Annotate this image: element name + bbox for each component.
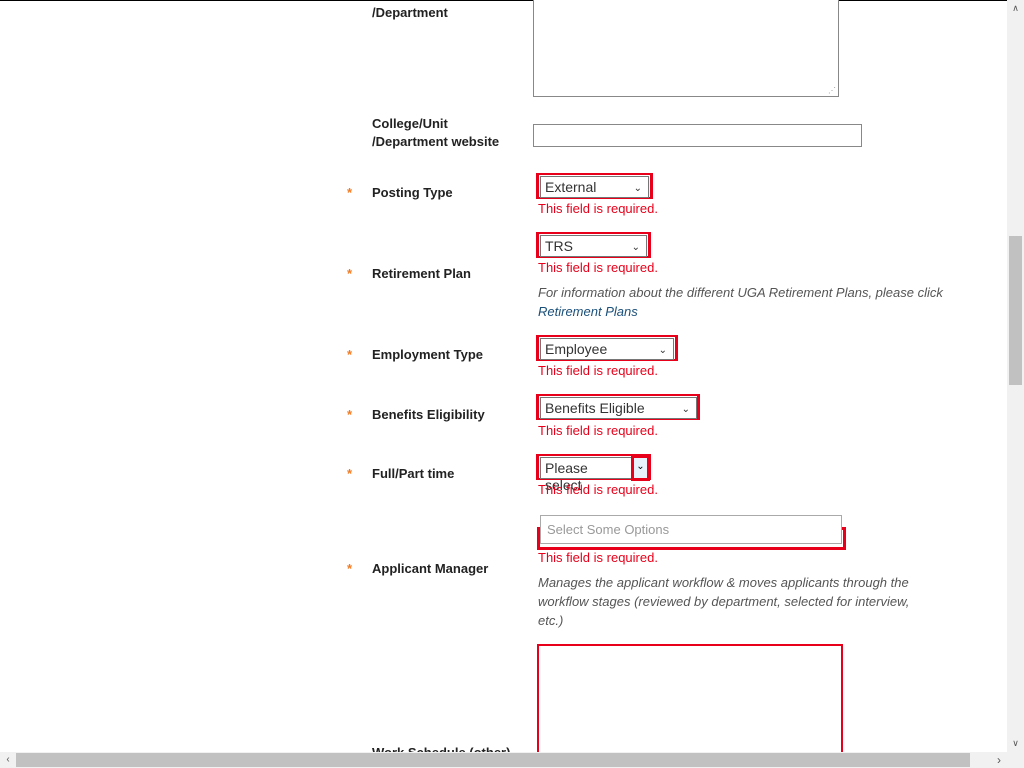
- horizontal-scroll-thumb[interactable]: [16, 753, 970, 767]
- vertical-scroll-thumb[interactable]: [1009, 236, 1022, 385]
- scroll-down-icon[interactable]: ∨: [1007, 735, 1024, 752]
- website-label-line1: College/Unit: [372, 116, 448, 131]
- scroll-right-icon[interactable]: ›: [991, 752, 1007, 768]
- benefits-label: Benefits Eligibility: [372, 407, 485, 422]
- employment-type-value: Employee: [545, 341, 608, 357]
- required-marker: *: [347, 407, 353, 422]
- posting-type-error: This field is required.: [538, 201, 658, 216]
- website-input[interactable]: [533, 124, 862, 147]
- website-label: College/Unit/Department website: [372, 115, 499, 151]
- scroll-up-icon[interactable]: ∧: [1007, 0, 1024, 17]
- scroll-left-icon[interactable]: ‹: [0, 752, 16, 768]
- full-part-error: This field is required.: [538, 482, 658, 497]
- chevron-down-icon[interactable]: ⌄: [631, 455, 650, 481]
- website-label-line2: /Department website: [372, 134, 500, 149]
- employment-type-label: Employment Type: [372, 347, 484, 362]
- posting-type-label: Posting Type: [372, 185, 453, 200]
- top-border: [0, 0, 1007, 1]
- applicant-manager-help: Manages the applicant workflow & moves a…: [538, 575, 910, 628]
- department-textarea[interactable]: ⋰: [533, 0, 839, 97]
- chevron-down-icon: ⌄: [658, 345, 667, 356]
- benefits-error: This field is required.: [538, 423, 658, 438]
- posting-type-value: External: [545, 179, 597, 195]
- retirement-help-text: For information about the different UGA …: [538, 285, 943, 300]
- chevron-down-icon: ⌄: [631, 242, 640, 253]
- benefits-select[interactable]: Benefits Eligible ⌄: [540, 397, 697, 419]
- retirement-plan-value: TRS: [545, 238, 573, 254]
- applicant-manager-label: Applicant Manager: [372, 561, 489, 576]
- full-part-label: Full/Part time: [372, 466, 455, 481]
- applicant-manager-input[interactable]: Select Some Options: [540, 515, 842, 544]
- retirement-plan-label: Retirement Plan: [372, 266, 471, 281]
- work-schedule-textarea[interactable]: [537, 644, 843, 764]
- chevron-down-icon: ⌄: [633, 183, 642, 194]
- employment-type-select[interactable]: Employee ⌄: [540, 338, 674, 360]
- required-marker: *: [347, 466, 353, 481]
- posting-type-select[interactable]: External ⌄: [540, 176, 649, 198]
- retirement-plan-help: For information about the different UGA …: [538, 283, 948, 321]
- required-marker: *: [347, 561, 353, 576]
- vertical-scrollbar[interactable]: ∧ ∨: [1007, 0, 1024, 752]
- applicant-manager-error: This field is required.: [538, 550, 658, 565]
- required-marker: *: [347, 266, 353, 281]
- retirement-plans-link[interactable]: Retirement Plans: [538, 304, 638, 319]
- employment-type-error: This field is required.: [538, 363, 658, 378]
- benefits-value: Benefits Eligible: [545, 400, 645, 416]
- department-label: /Department: [372, 5, 448, 20]
- required-marker: *: [347, 347, 353, 362]
- horizontal-scrollbar[interactable]: ‹ ›: [0, 752, 1024, 768]
- chevron-down-icon: ⌄: [681, 404, 690, 415]
- retirement-plan-error: This field is required.: [538, 260, 658, 275]
- resize-handle-icon[interactable]: ⋰: [828, 86, 836, 95]
- retirement-plan-select[interactable]: TRS ⌄: [540, 235, 647, 257]
- required-marker: *: [347, 185, 353, 200]
